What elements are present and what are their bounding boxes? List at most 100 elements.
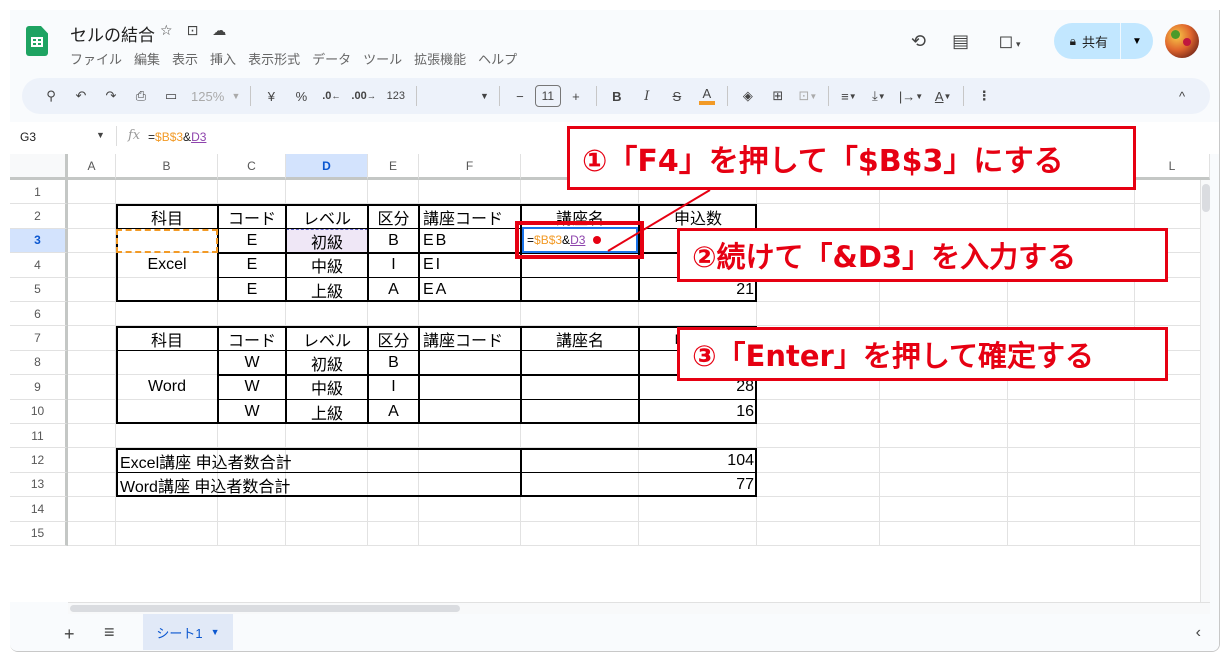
column-header[interactable]: F <box>419 154 521 180</box>
row-header[interactable]: 13 <box>10 472 68 498</box>
merge-cells-icon[interactable]: ⊡ ▼ <box>794 82 822 110</box>
menu-file[interactable]: ファイル <box>70 49 122 68</box>
division-cell[interactable]: I <box>368 253 419 277</box>
code-cell[interactable]: E <box>218 278 286 302</box>
row-header[interactable]: 6 <box>10 302 68 327</box>
collapse-sidebar-icon[interactable]: ‹ <box>1196 624 1201 642</box>
text-rotation-icon[interactable]: A ▼ <box>929 82 957 110</box>
font-family-select[interactable]: ▼ <box>423 82 493 110</box>
row-header[interactable]: 14 <box>10 497 68 522</box>
formula-input[interactable]: =$B$3&D3 <box>148 130 206 144</box>
column-header[interactable]: C <box>218 154 286 180</box>
font-size-increase-button[interactable]: + <box>562 82 590 110</box>
division-cell[interactable]: B <box>368 351 419 375</box>
meet-icon[interactable]: ◻ ▾ <box>982 31 1038 52</box>
search-icon[interactable]: ⚲ <box>37 82 65 110</box>
code-cell[interactable]: E <box>218 253 286 277</box>
row-header[interactable]: 10 <box>10 399 68 424</box>
font-size-decrease-button[interactable]: − <box>506 82 534 110</box>
table-header-cell[interactable]: 科目 <box>116 326 218 350</box>
increase-decimal-button[interactable]: .00 → <box>347 82 379 110</box>
level-cell[interactable]: 中級 <box>286 375 368 399</box>
menu-extensions[interactable]: 拡張機能 <box>414 49 466 68</box>
code-cell[interactable]: W <box>218 375 286 399</box>
more-options-icon[interactable]: ⋮ <box>970 82 998 110</box>
course-name-cell[interactable] <box>521 278 639 302</box>
table-header-cell[interactable]: 科目 <box>116 204 218 228</box>
course-code-cell[interactable] <box>419 375 521 399</box>
count-cell[interactable]: 16 <box>639 400 757 424</box>
row-header[interactable]: 7 <box>10 326 68 351</box>
division-cell[interactable]: A <box>368 278 419 302</box>
table-header-cell[interactable]: 講座コード <box>419 326 521 350</box>
paint-format-button[interactable]: ▭ <box>157 82 185 110</box>
document-title[interactable]: セルの結合 <box>70 21 155 46</box>
percent-button[interactable]: % <box>287 82 315 110</box>
course-code-cell[interactable]: EB <box>419 229 521 253</box>
total-value-cell[interactable]: 104 <box>521 448 757 472</box>
scroll-thumb[interactable] <box>70 605 460 612</box>
course-code-cell[interactable]: EI <box>419 253 521 277</box>
course-code-cell[interactable] <box>419 351 521 375</box>
menu-help[interactable]: ヘルプ <box>478 49 517 68</box>
menu-format[interactable]: 表示形式 <box>248 49 300 68</box>
table-header-cell[interactable]: レベル <box>286 204 368 228</box>
row-header[interactable]: 8 <box>10 350 68 376</box>
avatar[interactable] <box>1165 24 1199 58</box>
currency-button[interactable]: ¥ <box>257 82 285 110</box>
column-header[interactable]: A <box>68 154 116 180</box>
column-header[interactable]: E <box>368 154 419 180</box>
row-header[interactable]: 9 <box>10 375 68 400</box>
sheet-tab-menu-icon[interactable]: ▼ <box>211 627 220 637</box>
division-cell[interactable]: A <box>368 400 419 424</box>
course-code-cell[interactable]: EA <box>419 278 521 302</box>
menu-data[interactable]: データ <box>312 49 351 68</box>
add-sheet-button[interactable]: + <box>64 624 75 645</box>
column-header[interactable]: L <box>1135 154 1210 180</box>
table-header-cell[interactable]: 区分 <box>368 204 419 228</box>
total-label-cell[interactable]: Excel講座 申込者数合計 <box>116 448 521 472</box>
undo-button[interactable]: ↶ <box>67 82 95 110</box>
table-header-cell[interactable]: 講座コード <box>419 204 521 228</box>
version-history-icon[interactable]: ⟲ <box>898 31 940 52</box>
total-value-cell[interactable]: 77 <box>521 473 757 497</box>
sheet-tab-active[interactable]: シート1 ▼ <box>143 614 233 650</box>
total-label-cell[interactable]: Word講座 申込者数合計 <box>116 473 521 497</box>
menu-insert[interactable]: 挿入 <box>210 49 236 68</box>
star-icon[interactable]: ☆ <box>160 22 173 39</box>
menu-edit[interactable]: 編集 <box>134 49 160 68</box>
row-header[interactable]: 2 <box>10 204 68 229</box>
move-folder-icon[interactable]: ⊡ <box>187 22 199 39</box>
sheets-logo-icon[interactable] <box>26 26 48 56</box>
level-cell[interactable]: 上級 <box>286 278 368 302</box>
table-header-cell[interactable]: 講座名 <box>521 326 639 350</box>
table-header-cell[interactable]: コード <box>218 326 286 350</box>
course-code-cell[interactable] <box>419 400 521 424</box>
share-dropdown-button[interactable]: ▼ <box>1121 36 1153 47</box>
table-header-cell[interactable]: コード <box>218 204 286 228</box>
code-cell[interactable]: E <box>218 229 286 253</box>
row-header[interactable]: 3 <box>10 228 68 254</box>
share-button[interactable]: 🔒︎ 共有 <box>1054 23 1121 59</box>
print-button[interactable]: ⎙ <box>127 82 155 110</box>
course-name-cell[interactable] <box>521 375 639 399</box>
table-header-cell[interactable]: 申込数 <box>639 204 757 228</box>
subject-cell[interactable]: Word <box>116 375 218 399</box>
scroll-thumb[interactable] <box>1202 184 1210 212</box>
all-sheets-button[interactable]: ≡ <box>104 622 115 643</box>
horizontal-scrollbar[interactable] <box>68 602 1210 614</box>
fill-color-icon[interactable]: ◈ <box>734 82 762 110</box>
vertical-align-icon[interactable]: ⤓ ▼ <box>865 82 893 110</box>
row-header[interactable]: 15 <box>10 521 68 546</box>
division-cell[interactable]: B <box>368 229 419 253</box>
code-cell[interactable]: W <box>218 351 286 375</box>
horizontal-align-icon[interactable]: ≡ ▼ <box>835 82 863 110</box>
cloud-saved-icon[interactable]: ☁ <box>212 22 226 39</box>
bold-button[interactable]: B <box>603 82 631 110</box>
zoom-select[interactable]: 125% ▼ <box>187 82 244 110</box>
course-name-cell[interactable] <box>521 351 639 375</box>
text-wrap-icon[interactable]: |→ ▼ <box>895 82 927 110</box>
level-cell[interactable]: 初級 <box>286 351 368 375</box>
division-cell[interactable]: I <box>368 375 419 399</box>
name-box-dropdown-icon[interactable]: ▼ <box>96 130 105 140</box>
